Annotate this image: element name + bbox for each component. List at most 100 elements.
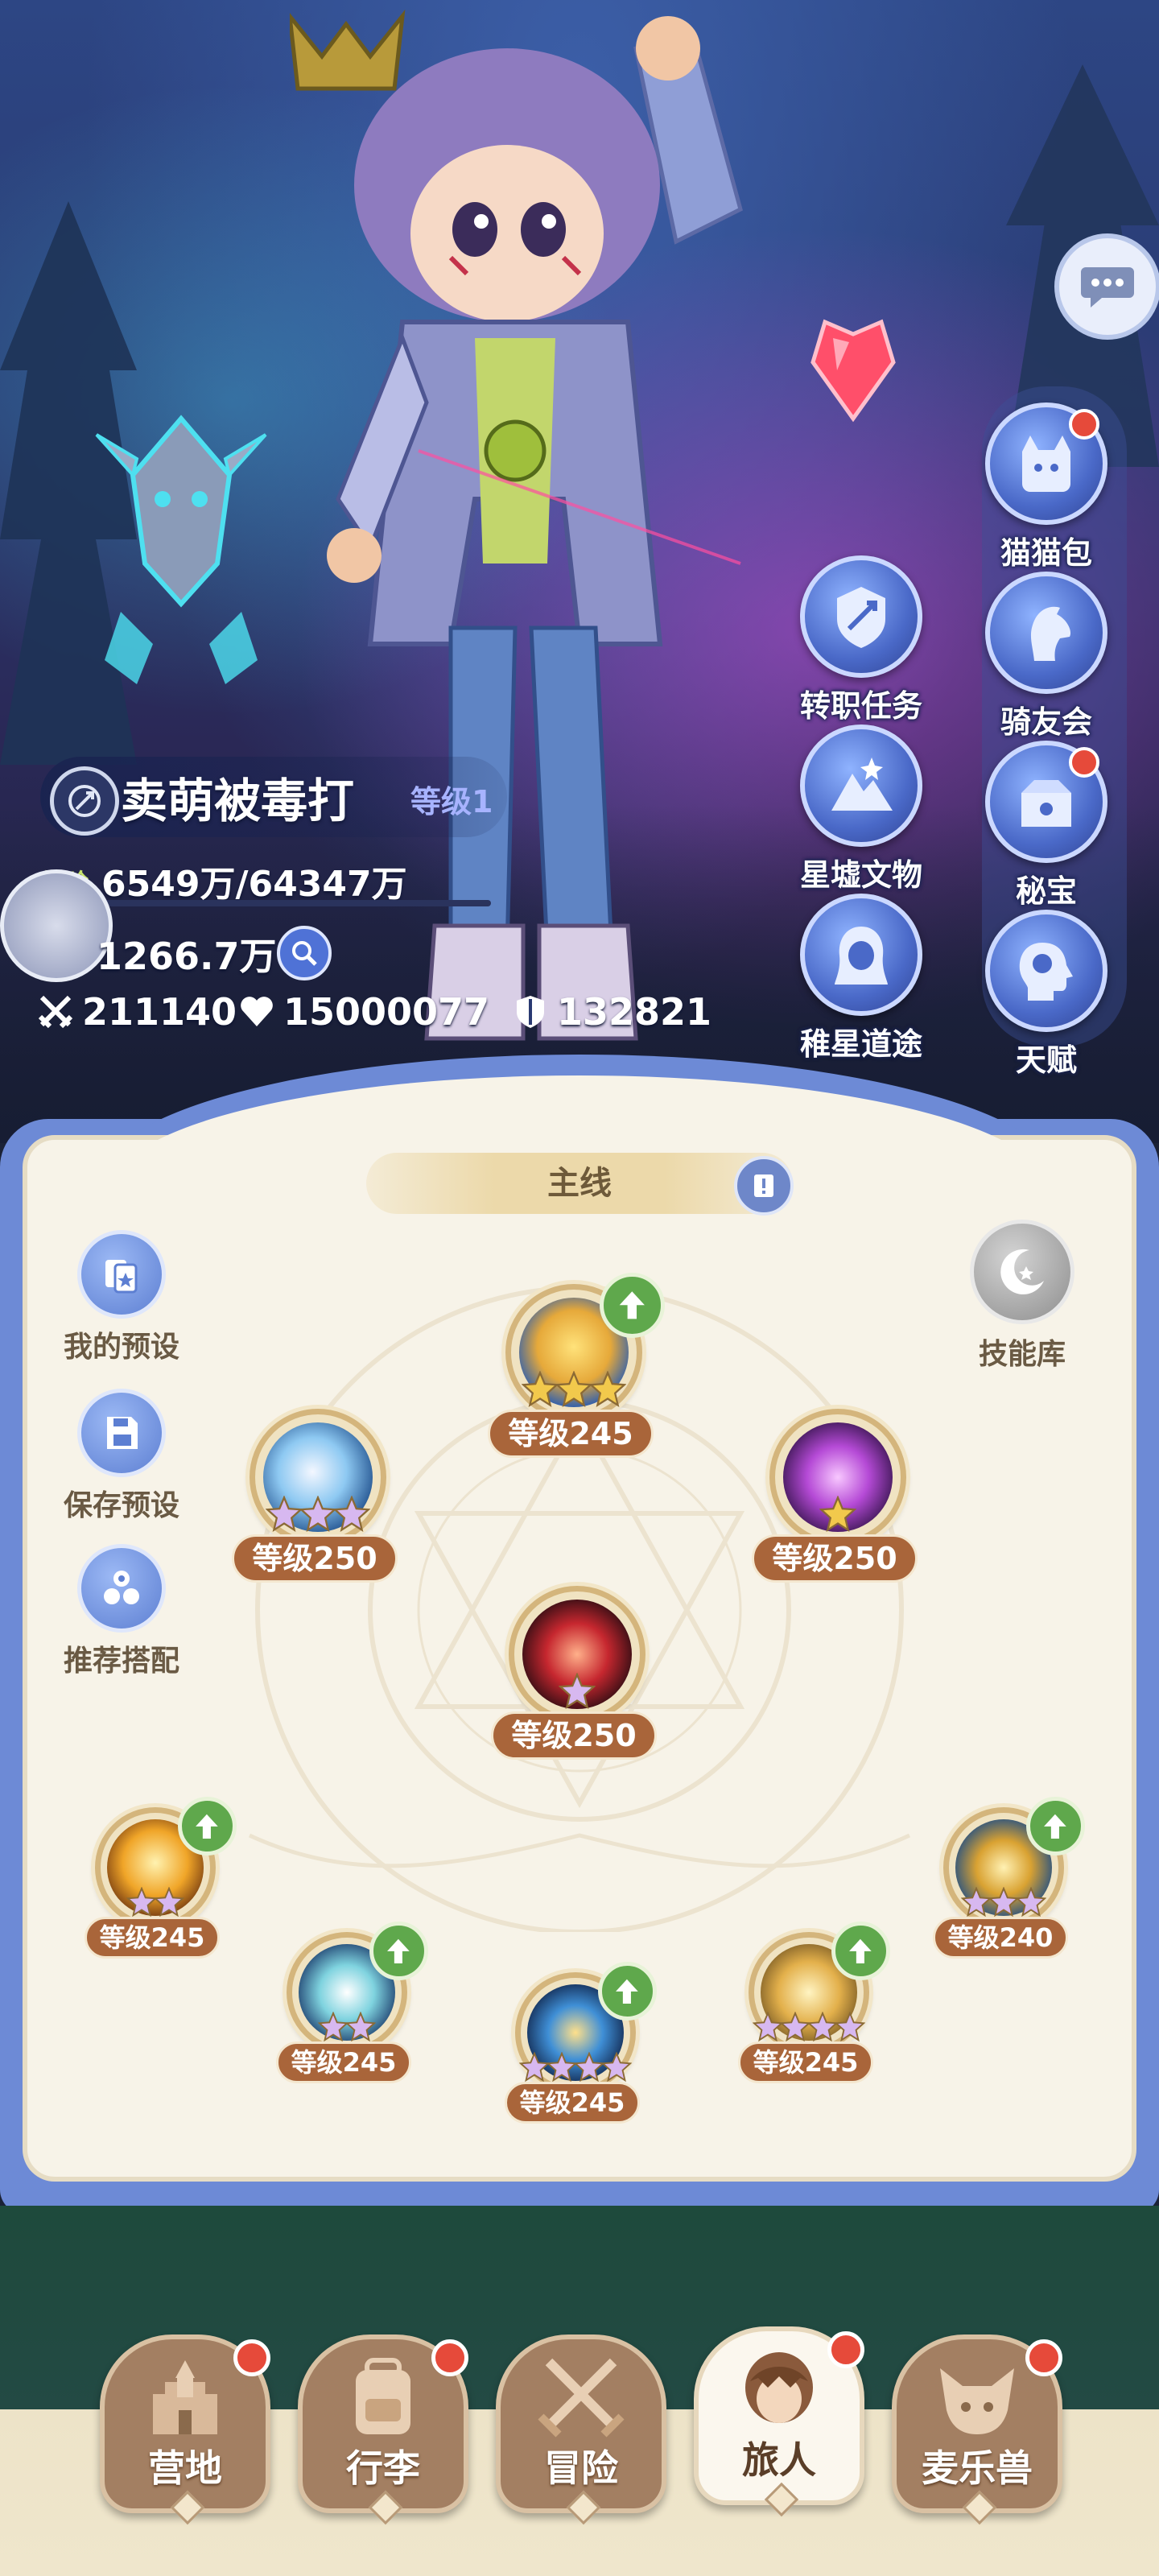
notification-badge	[431, 2339, 468, 2376]
stat-hp: 15000077	[238, 990, 489, 1034]
backpack-icon	[335, 2354, 431, 2442]
nav-tab-backpack[interactable]: 行李	[298, 2334, 468, 2525]
skill-level: 等级250	[491, 1711, 657, 1760]
skill-slot[interactable]: 等级245	[488, 1272, 665, 1477]
star-icon	[299, 1495, 337, 1533]
shield-icon	[517, 996, 544, 1028]
game-screen: 转职任务 星墟文物 稚星道途 猫猫包 骑友会 秘宝 天赋 卖萌被毒打 等级1 6…	[0, 0, 1159, 2576]
nav-tab-creature[interactable]: 麦乐兽	[892, 2334, 1062, 2525]
star-icon	[819, 1495, 857, 1533]
star-icon	[600, 2051, 633, 2083]
power-detail-button[interactable]	[277, 926, 332, 980]
info-book-icon	[754, 1174, 773, 1197]
skill-slot[interactable]: 等级245	[738, 1922, 890, 2109]
upgrade-arrow-icon[interactable]	[831, 1922, 890, 1981]
floating-heart-gem	[810, 319, 896, 423]
horse-head-icon	[1030, 606, 1071, 661]
chat-button[interactable]	[1054, 233, 1159, 340]
side-button-treasure[interactable]: 秘宝	[982, 741, 1111, 910]
spirit-pet	[95, 415, 267, 684]
skill-level: 等级245	[276, 2041, 411, 2083]
nav-tab-crossed-swords[interactable]: 冒险	[496, 2334, 666, 2525]
star-icon	[153, 1886, 185, 1918]
search-icon	[292, 941, 317, 966]
moon-star-icon	[1000, 1249, 1044, 1294]
star-icon	[960, 1886, 992, 1918]
upgrade-arrow-icon[interactable]	[177, 1797, 237, 1856]
player-level: 等级1	[410, 784, 493, 819]
recommended-build-button[interactable]: 推荐搭配	[45, 1544, 198, 1679]
avatar[interactable]	[0, 869, 113, 982]
star-icon	[126, 1886, 158, 1918]
upgrade-arrow-icon[interactable]	[599, 1272, 665, 1338]
skill-stars	[505, 1370, 642, 1408]
nav-tab-label: 行李	[346, 2446, 420, 2490]
skill-slot[interactable]: 等级245	[276, 1922, 428, 2109]
character-scene: 转职任务 星墟文物 稚星道途 猫猫包 骑友会 秘宝 天赋 卖萌被毒打 等级1 6…	[0, 0, 1159, 1143]
notification-badge	[1025, 2339, 1062, 2376]
nav-tab-traveler-portrait[interactable]: 旅人	[694, 2326, 864, 2517]
save-preset-button[interactable]: 保存预设	[45, 1389, 198, 1524]
exp-value: 6549万/64347万	[101, 864, 407, 905]
skill-level: 等级250	[752, 1534, 918, 1583]
skill-stars	[509, 1672, 645, 1710]
traveler-portrait-icon	[731, 2346, 827, 2434]
notification-badge	[1069, 747, 1099, 778]
tab-main-line[interactable]: 主线	[366, 1153, 793, 1214]
creature-icon	[929, 2354, 1025, 2442]
preset-cards-icon	[105, 1260, 138, 1294]
star-icon	[555, 1370, 593, 1408]
skill-stars	[95, 1886, 216, 1918]
skill-slot[interactable]: 等级250	[752, 1409, 918, 1602]
hooded-figure-icon	[835, 927, 888, 985]
nav-tab-castle[interactable]: 营地	[100, 2334, 270, 2525]
side-button-talent[interactable]: 天赋	[982, 910, 1111, 1080]
skill-level: 等级245	[505, 2082, 640, 2124]
treasure-box-icon	[1021, 780, 1071, 827]
cat-bag-icon	[1022, 436, 1070, 492]
skill-slot[interactable]: 等级245	[505, 1962, 657, 2149]
side-button-job-quest[interactable]: 转职任务	[797, 555, 926, 725]
side-button-cat-bag[interactable]: 猫猫包	[982, 402, 1111, 572]
side-button-star-path[interactable]: 稚星道途	[797, 894, 926, 1063]
crossed-swords-icon	[38, 995, 73, 1029]
upgrade-arrow-icon[interactable]	[369, 1922, 428, 1981]
crossed-swords-icon	[533, 2354, 629, 2442]
star-icon	[518, 2051, 551, 2083]
recommend-combo-icon	[104, 1571, 139, 1604]
side-button-riders-club[interactable]: 骑友会	[982, 572, 1111, 741]
chat-bubble-icon	[1081, 267, 1134, 308]
skill-level: 等级240	[933, 1917, 1068, 1959]
notification-badge	[827, 2331, 864, 2368]
class-emblem[interactable]	[50, 766, 119, 836]
skill-stars	[250, 1495, 386, 1533]
notification-badge	[233, 2339, 270, 2376]
side-button-star-relics[interactable]: 星墟文物	[797, 724, 926, 894]
star-icon	[344, 2011, 377, 2042]
star-icon	[588, 1370, 627, 1408]
skill-level: 等级245	[85, 1917, 220, 1959]
player-name: 卖萌被毒打	[121, 774, 355, 828]
star-icon	[988, 1886, 1020, 1918]
sword-shield-icon	[837, 587, 885, 648]
skill-library-button[interactable]: 技能库	[958, 1220, 1087, 1373]
skill-slot[interactable]: 等级240	[933, 1797, 1085, 1984]
tab-info-button[interactable]	[734, 1156, 794, 1216]
skill-slot[interactable]: 等级250	[491, 1586, 657, 1779]
skill-level: 等级245	[738, 2041, 873, 2083]
skill-slot[interactable]: 等级250	[232, 1409, 398, 1602]
star-icon	[317, 2011, 349, 2042]
nav-tab-label: 冒险	[544, 2446, 618, 2490]
skill-stars	[287, 2011, 407, 2042]
class-emblem-icon	[68, 785, 101, 817]
nav-tab-label: 旅人	[742, 2438, 816, 2482]
star-icon	[546, 2051, 578, 2083]
skill-slot[interactable]: 等级245	[85, 1797, 237, 1984]
castle-icon	[137, 2354, 233, 2442]
my-presets-button[interactable]: 我的预设	[45, 1230, 198, 1365]
upgrade-arrow-icon[interactable]	[597, 1962, 657, 2021]
star-icon	[1015, 1886, 1047, 1918]
skill-level: 等级250	[232, 1534, 398, 1583]
upgrade-arrow-icon[interactable]	[1025, 1797, 1085, 1856]
star-icon	[752, 2011, 784, 2042]
